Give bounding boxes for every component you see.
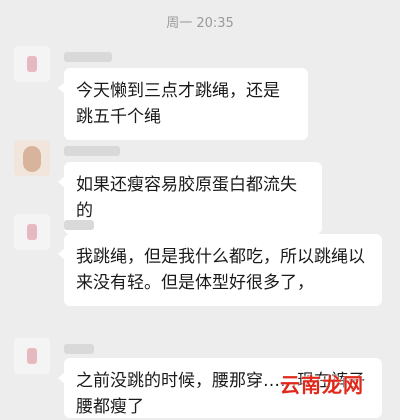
avatar[interactable] <box>14 46 50 82</box>
message-bubble[interactable]: 我跳绳，但是我什么都吃，所以跳绳以来没有轻。但是体型好很多了， <box>58 234 382 306</box>
sender-name <box>64 220 94 230</box>
sender-name <box>64 52 112 62</box>
avatar[interactable] <box>14 140 50 176</box>
message-bubble[interactable]: 如果还瘦容易胶原蛋白都流失的 <box>58 162 322 234</box>
message-bubble[interactable]: 今天懒到三点才跳绳，还是跳五千个绳 <box>58 68 308 140</box>
message-text: 我跳绳，但是我什么都吃，所以跳绳以来没有轻。但是体型好很多了， <box>76 247 365 293</box>
chat-timestamp: 周一 20:35 <box>166 16 234 31</box>
avatar[interactable] <box>14 338 50 374</box>
message-text: 如果还瘦容易胶原蛋白都流失的 <box>76 175 297 221</box>
message-text: 今天懒到三点才跳绳，还是跳五千个绳 <box>76 81 280 127</box>
sender-name <box>64 344 94 354</box>
sender-name <box>64 146 120 156</box>
watermark-logo: 云南龙网 <box>280 373 364 397</box>
avatar[interactable] <box>14 214 50 250</box>
